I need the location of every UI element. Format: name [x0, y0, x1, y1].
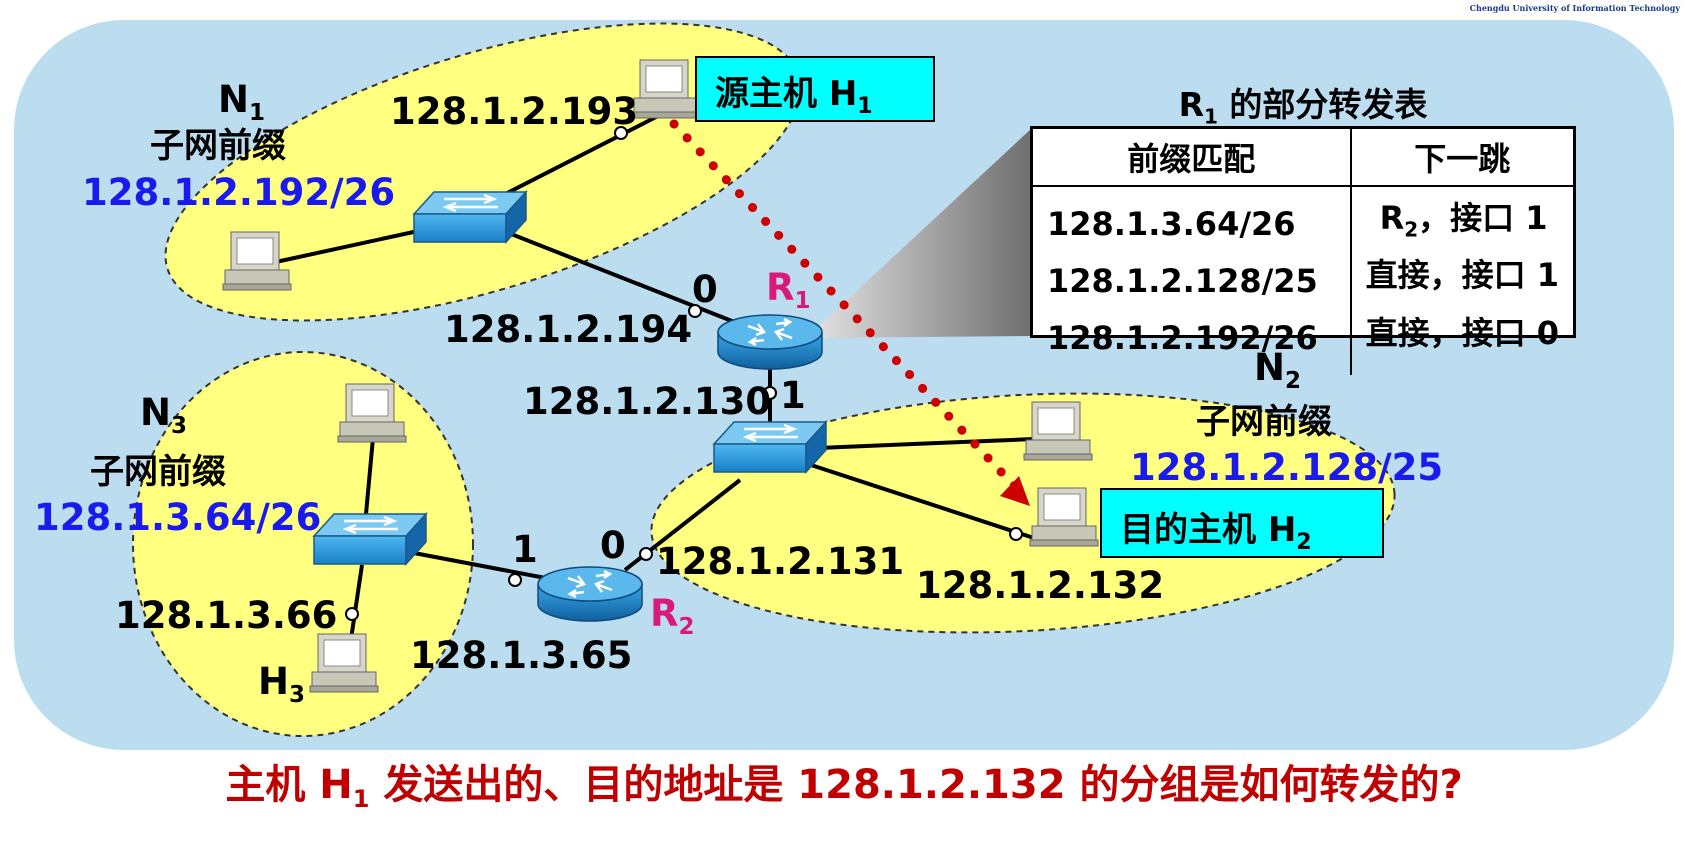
r2-if1-address: 128.1.3.65 — [410, 634, 632, 677]
destination-host-label: 目的主机 H2 — [1100, 488, 1384, 558]
r1-interface-1: 1 — [780, 374, 806, 417]
r1-interface-0: 0 — [692, 268, 718, 311]
table-row: 128.1.3.64/26 R2，接口 1 — [1033, 186, 1573, 253]
row-next-hop: 直接，接口 0 — [1365, 313, 1559, 352]
r2-interface-0: 0 — [600, 524, 626, 567]
header-next-hop: 下一跳 — [1350, 129, 1573, 187]
h3-address: 128.1.3.66 — [115, 594, 337, 637]
source-host-label: 源主机 H1 — [695, 56, 935, 122]
table-header-row: 前缀匹配 下一跳 — [1033, 129, 1573, 187]
n2-prefix: 128.1.2.128/25 — [1130, 446, 1443, 489]
forwarding-table-title: R1 的部分转发表 — [1178, 85, 1428, 129]
switch-n3 — [312, 512, 428, 566]
n1-prefix: 128.1.2.192/26 — [82, 171, 395, 214]
n1-prefix-label: 子网前缀 — [150, 126, 286, 166]
row-prefix: 128.1.2.192/26 — [1033, 309, 1352, 376]
router-r2 — [536, 565, 644, 623]
r1-if1-address: 128.1.2.130 — [523, 380, 771, 423]
row-next-hop: 直接，接口 1 — [1365, 256, 1559, 295]
table-row: 128.1.2.192/26 直接，接口 0 — [1033, 309, 1573, 376]
header-prefix-match: 前缀匹配 — [1033, 129, 1352, 187]
r2-interface-1: 1 — [512, 528, 538, 571]
question-text: 主机 H1 发送出的、目的地址是 128.1.2.132 的分组是如何转发的? — [225, 762, 1463, 813]
table-row: 128.1.2.128/25 直接，接口 1 — [1033, 252, 1573, 310]
row-prefix: 128.1.2.128/25 — [1033, 252, 1352, 310]
r2-if0-address: 128.1.2.131 — [656, 540, 904, 583]
n2-prefix-label: 子网前缀 — [1196, 402, 1332, 442]
forwarding-table: 前缀匹配 下一跳 128.1.3.64/26 R2，接口 1 128.1.2.1… — [1030, 126, 1576, 376]
row-next-hop: R2，接口 1 — [1379, 199, 1548, 242]
switch-n1 — [412, 190, 528, 244]
switch-n2 — [712, 420, 828, 474]
h2-address: 128.1.2.132 — [916, 564, 1164, 607]
r1-if0-address: 128.1.2.194 — [444, 308, 692, 351]
n3-prefix-label: 子网前缀 — [90, 452, 226, 492]
row-prefix: 128.1.3.64/26 — [1033, 186, 1352, 253]
h1-address: 128.1.2.193 — [390, 90, 638, 133]
watermark: Chengdu University of Information Techno… — [1469, 3, 1680, 13]
n3-prefix: 128.1.3.64/26 — [34, 496, 321, 539]
router-r1 — [716, 313, 824, 371]
